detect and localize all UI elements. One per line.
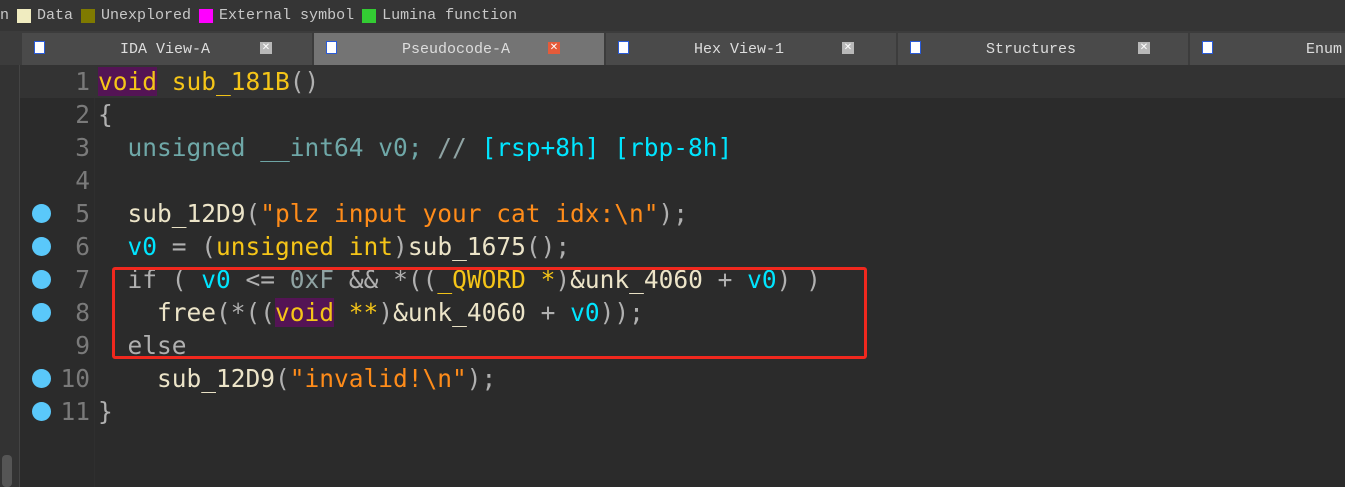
breakpoint-dot-icon[interactable] — [32, 270, 51, 289]
code-token: } — [98, 397, 113, 426]
code-line[interactable]: 10 sub_12D9("invalid!\n"); — [20, 362, 1345, 395]
code-line[interactable]: 2{ — [20, 98, 1345, 131]
code-token: unsigned __int64 v0; — [98, 133, 438, 162]
code-token: sub_1675 — [407, 232, 526, 261]
tab-label: Pseudocode-A — [402, 41, 511, 58]
code-line[interactable]: 4 — [20, 164, 1345, 197]
code-token: v0 — [98, 232, 158, 261]
breakpoint-dot-icon[interactable] — [32, 402, 51, 421]
line-number: 9 — [75, 331, 90, 360]
tab-bar: IDA View-A ✕ Pseudocode-A ✕ Hex View-1 ✕ Struc… — [0, 31, 1345, 65]
code-line[interactable]: 3 unsigned __int64 v0; // [rsp+8h] [rbp-… — [20, 131, 1345, 164]
tab-structures[interactable]: Structures ✕ — [898, 33, 1188, 65]
code-text: { — [98, 98, 113, 131]
code-token: ( — [245, 199, 261, 228]
code-token: ( — [275, 364, 290, 393]
line-number: 3 — [75, 133, 90, 162]
breakpoint-dot-icon[interactable] — [32, 369, 51, 388]
legend-swatch — [362, 8, 377, 23]
line-number: 11 — [60, 397, 90, 426]
code-token: void — [98, 67, 158, 96]
legend-label: Lumina function — [382, 7, 518, 24]
code-token: ) — [393, 232, 408, 261]
tab-label: Hex View-1 — [694, 41, 785, 58]
code-text: sub_12D9("plz input your cat idx:\n"); — [98, 197, 689, 230]
scrollbar-thumb[interactable] — [2, 455, 12, 487]
code-token: (); — [525, 232, 571, 261]
code-text: unsigned __int64 v0; // [rsp+8h] [rbp-8h… — [98, 131, 733, 164]
code-token: [rsp+8h] [rbp-8h] — [481, 133, 733, 162]
close-icon[interactable]: ✕ — [842, 42, 854, 54]
tab-label: IDA View-A — [120, 41, 211, 58]
code-line[interactable]: 1 void sub_181B() — [20, 65, 1345, 98]
line-number: 4 — [75, 166, 90, 195]
line-number: 5 — [75, 199, 90, 228]
code-token: = ( — [157, 232, 217, 261]
code-token: () — [289, 67, 320, 96]
legend-swatch — [199, 8, 214, 23]
legend-swatch — [81, 8, 96, 23]
code-token: { — [98, 100, 113, 129]
tab-view-icon — [1202, 41, 1213, 54]
code-token: sub_181B — [171, 67, 290, 96]
legend-bar: n Data Unexplored External symbol Lumina fu… — [0, 0, 1345, 31]
tab-pseudocode-a[interactable]: Pseudocode-A ✕ — [314, 33, 604, 65]
tab-label: Enum — [1306, 41, 1343, 58]
left-panel-strip — [0, 65, 20, 487]
code-line[interactable]: 11} — [20, 395, 1345, 428]
breakpoint-dot-icon[interactable] — [32, 303, 51, 322]
breakpoint-dot-icon[interactable] — [32, 204, 51, 223]
legend-label: Unexplored — [101, 7, 192, 24]
code-line[interactable]: 6 v0 = (unsigned int)sub_1675(); — [20, 230, 1345, 263]
code-text: v0 = (unsigned int)sub_1675(); — [98, 230, 571, 263]
legend-label: Data — [37, 7, 74, 24]
code-token: ); — [466, 364, 497, 393]
code-token: "plz input your cat idx:\n" — [260, 199, 659, 228]
tab-enum[interactable]: Enum — [1190, 33, 1345, 65]
tab-view-icon — [34, 41, 45, 54]
line-number: 10 — [60, 364, 90, 393]
code-token: "invalid!\n" — [289, 364, 467, 393]
tab-hex-view-1[interactable]: Hex View-1 ✕ — [606, 33, 896, 65]
code-token: sub_12D9 — [98, 199, 246, 228]
tab-view-icon — [910, 41, 921, 54]
legend-swatch — [17, 8, 32, 23]
tab-label: Structures — [986, 41, 1077, 58]
close-icon[interactable]: ✕ — [548, 42, 560, 54]
tab-view-icon — [326, 41, 337, 54]
highlight-box — [112, 267, 867, 359]
tab-view-icon — [618, 41, 629, 54]
legend-partial-label: n — [0, 7, 10, 24]
code-text: } — [98, 395, 113, 428]
line-number: 6 — [75, 232, 90, 261]
code-text: sub_12D9("invalid!\n"); — [98, 362, 496, 395]
code-token: ); — [658, 199, 689, 228]
line-number: 8 — [75, 298, 90, 327]
line-number: 1 — [75, 67, 90, 96]
code-text: void sub_181B() — [98, 65, 319, 98]
code-line[interactable]: 5 sub_12D9("plz input your cat idx:\n"); — [20, 197, 1345, 230]
code-token: unsigned int — [216, 232, 394, 261]
tab-ida-view-a[interactable]: IDA View-A ✕ — [22, 33, 312, 65]
close-icon[interactable]: ✕ — [260, 42, 272, 54]
line-number: 7 — [75, 265, 90, 294]
breakpoint-dot-icon[interactable] — [32, 237, 51, 256]
code-token: sub_12D9 — [98, 364, 276, 393]
close-icon[interactable]: ✕ — [1138, 42, 1150, 54]
line-number: 2 — [75, 100, 90, 129]
code-token: // — [437, 133, 482, 162]
legend-label: External symbol — [219, 7, 355, 24]
